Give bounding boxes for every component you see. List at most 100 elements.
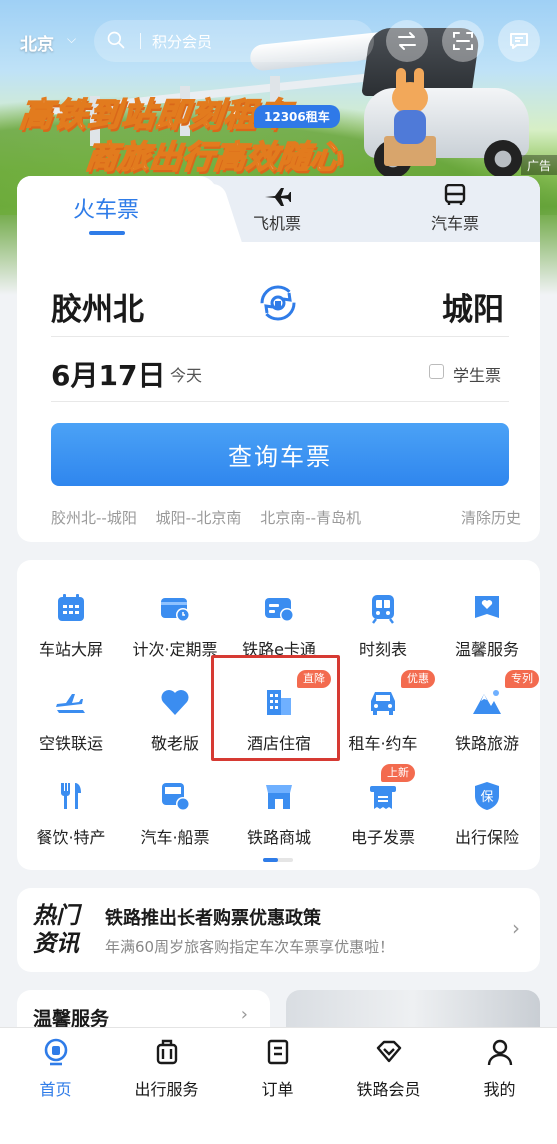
service-label: 铁路商城 [246, 828, 311, 847]
user-icon [487, 1039, 512, 1066]
history-item[interactable]: 胶州北--城阳 [51, 509, 137, 527]
swap-direction-button[interactable] [386, 20, 428, 62]
service-label: 餐饮·特产 [36, 828, 106, 847]
scan-icon [453, 32, 473, 50]
page-indicator-active [263, 858, 278, 862]
ticket-search-card: 火车票 飞机票 汽车票 胶州北 城阳 6月17日 今天 学生票 查询车票 胶州北… [17, 176, 540, 542]
nav-rail-member[interactable]: 铁路会员 [333, 1038, 444, 1100]
swap-stations-icon[interactable] [259, 284, 297, 322]
message-icon [510, 33, 528, 49]
service-label: 温馨服务 [454, 640, 519, 659]
promo-badge: 上新 [381, 764, 415, 782]
student-ticket-checkbox[interactable] [429, 364, 444, 379]
service-label: 铁路旅游 [454, 734, 519, 753]
promo-badge: 专列 [505, 670, 539, 688]
departure-station[interactable]: 胶州北 [51, 284, 144, 329]
page-indicator [263, 858, 293, 862]
service-dining[interactable]: 餐饮·特产 [19, 772, 123, 860]
service-car-rental[interactable]: 租车·约车 优惠 [331, 670, 435, 766]
news-title[interactable]: 铁路推出长者购票优惠政策 [105, 904, 321, 930]
heart-icon [161, 690, 189, 715]
home-rail-icon [44, 1038, 67, 1066]
service-rail-tour[interactable]: 铁路旅游 专列 [435, 670, 539, 766]
ad-headline-1: 高铁到站即刻租车 [17, 94, 295, 135]
history-item[interactable]: 城阳--北京南 [156, 509, 242, 527]
clear-history-button[interactable]: 清除历史 [452, 507, 521, 528]
shop-icon [266, 785, 292, 809]
swap-arrows-icon [398, 32, 416, 50]
service-label: 汽车·船票 [140, 828, 210, 847]
service-caring[interactable]: 温馨服务 [435, 584, 539, 672]
hot-news-card[interactable]: 热门资讯 铁路推出长者购票优惠政策 年满60周岁旅客购指定车次车票享优惠啦！ › [17, 888, 540, 972]
service-label: 出行保险 [454, 828, 519, 847]
divider [51, 336, 509, 337]
chevron-down-icon[interactable]: ⌵ [67, 32, 76, 47]
card-clock-icon [161, 598, 190, 622]
bus-ticket-icon [162, 783, 190, 811]
heart-box-icon [475, 596, 499, 618]
scan-button[interactable] [442, 20, 484, 62]
search-input[interactable]: 积分会员 [152, 31, 212, 52]
nav-label: 订单 [261, 1080, 294, 1099]
plane-icon [265, 188, 291, 206]
service-e-invoice[interactable]: 电子发票 上新 [331, 764, 435, 860]
service-station-screen[interactable]: 车站大屏 [19, 584, 123, 672]
chevron-right-icon[interactable]: › [512, 916, 520, 940]
arrival-station[interactable]: 城阳 [442, 284, 504, 329]
service-bus-ship[interactable]: 汽车·船票 [123, 772, 227, 860]
luggage-icon [156, 1039, 177, 1065]
date-day-label: 今天 [170, 366, 203, 385]
service-insurance[interactable]: 保 出行保险 [435, 772, 539, 860]
message-button[interactable] [498, 20, 540, 62]
car-icon [371, 692, 395, 715]
service-mall[interactable]: 铁路商城 [227, 772, 331, 860]
nav-label: 出行服务 [134, 1080, 199, 1099]
history-item[interactable]: 北京南--青岛机 [260, 509, 361, 527]
chevron-right-icon[interactable]: › [241, 1004, 248, 1025]
fork-knife-icon [61, 783, 81, 809]
ad-label: 广告 [521, 155, 557, 175]
tab-flight-label: 飞机票 [252, 214, 301, 233]
service-air-rail[interactable]: 空铁联运 [19, 678, 123, 766]
order-list-icon [267, 1039, 288, 1065]
service-label: 时刻表 [358, 640, 407, 659]
search-bar[interactable]: 积分会员 [94, 20, 374, 62]
nav-orders[interactable]: 订单 [222, 1038, 333, 1100]
nav-profile[interactable]: 我的 [444, 1038, 555, 1100]
service-label: 电子发票 [350, 828, 415, 847]
promo-badge: 优惠 [401, 670, 435, 688]
top-bar: 北京 ⌵ 积分会员 [0, 18, 557, 66]
departure-date[interactable]: 6月17日 [51, 354, 165, 394]
hot-news-tag: 热门资讯 [33, 903, 79, 957]
city-selector[interactable]: 北京 [20, 30, 54, 55]
nav-label: 首页 [39, 1080, 72, 1099]
query-tickets-button[interactable]: 查询车票 [51, 423, 509, 486]
service-label: 空铁联运 [38, 734, 103, 753]
nav-label: 我的 [483, 1080, 516, 1099]
search-icon [107, 31, 125, 49]
ad-tag: 12306租车 [254, 105, 340, 128]
nav-home[interactable]: 首页 [0, 1038, 111, 1100]
plane-train-icon [56, 694, 85, 713]
tab-bus-label: 汽车票 [430, 214, 479, 233]
train-front-icon [372, 595, 394, 624]
diamond-icon [376, 1040, 401, 1063]
tab-flight-ticket[interactable]: 飞机票 [217, 184, 337, 234]
student-ticket-label[interactable]: 学生票 [453, 362, 501, 386]
news-subtitle: 年满60周岁旅客购指定车次车票享优惠啦！ [105, 938, 395, 956]
bus-icon [444, 184, 466, 205]
mountain-icon [473, 690, 501, 714]
bunny-mascot [386, 68, 434, 146]
invoice-icon [370, 786, 396, 809]
service-label: 租车·约车 [348, 734, 418, 753]
service-timetable[interactable]: 时刻表 [331, 584, 435, 672]
search-divider [140, 33, 141, 49]
hotel-highlight-box [211, 655, 340, 761]
search-history: 胶州北--城阳 城阳--北京南 北京南--青岛机 清除历史 [51, 507, 521, 528]
tab-train-ticket[interactable]: 火车票 [17, 192, 195, 224]
shield-icon: 保 [475, 782, 499, 810]
ad-headline-2: 商旅出行高效随心 [83, 137, 345, 177]
tab-bus-ticket[interactable]: 汽车票 [395, 184, 515, 234]
nav-travel-service[interactable]: 出行服务 [111, 1038, 222, 1100]
nav-label: 铁路会员 [356, 1080, 421, 1099]
